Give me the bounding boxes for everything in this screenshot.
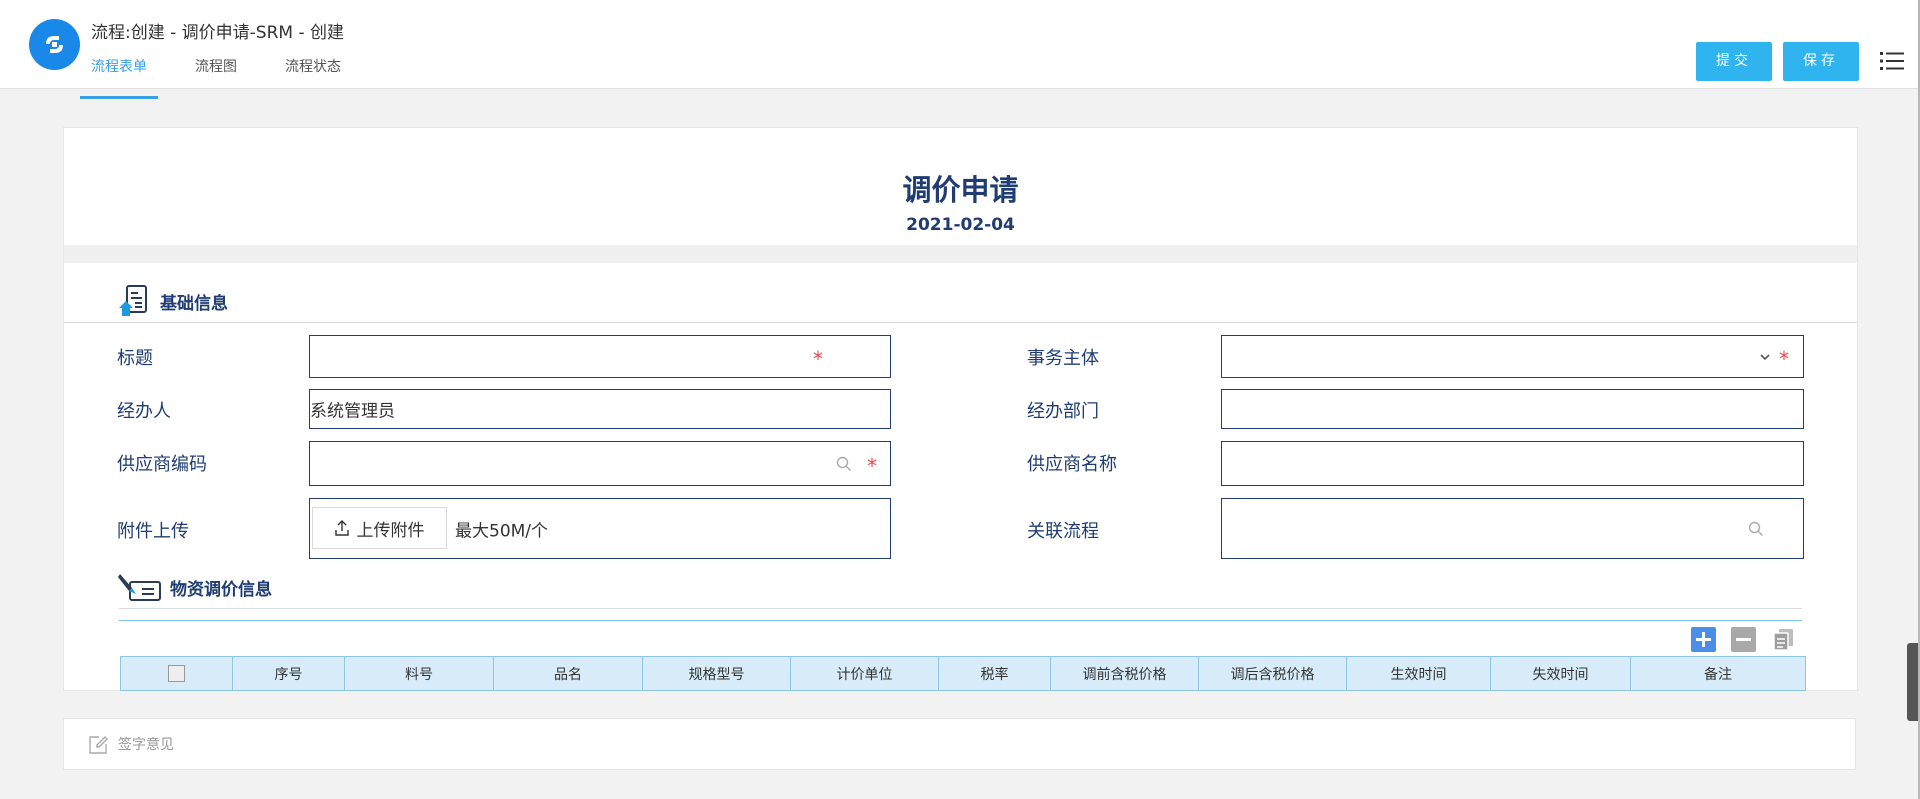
required-mark: * <box>867 453 877 478</box>
search-icon[interactable] <box>836 456 852 472</box>
save-button[interactable]: 保存 <box>1783 42 1859 81</box>
submit-button[interactable]: 提交 <box>1696 42 1772 81</box>
required-mark: * <box>813 346 823 371</box>
supplier-name-field[interactable] <box>1221 441 1804 486</box>
table-top-divider <box>119 620 1802 621</box>
select-all-cell <box>120 656 233 691</box>
upload-icon <box>334 520 349 536</box>
document-info-icon <box>119 285 147 316</box>
related-process-field[interactable] <box>1221 498 1804 559</box>
column-header[interactable]: 调后含税价格 <box>1198 656 1347 691</box>
section-basic-info: 基础信息 <box>118 285 228 317</box>
column-header[interactable]: 料号 <box>344 656 494 691</box>
workflow-logo-icon <box>46 36 63 53</box>
column-header[interactable]: 规格型号 <box>642 656 791 691</box>
entity-select[interactable]: * <box>1221 335 1804 378</box>
supplier-name-label: 供应商名称 <box>1027 454 1117 475</box>
entity-label: 事务主体 <box>1027 348 1099 369</box>
column-header[interactable]: 备注 <box>1630 656 1806 691</box>
section-material-price: 物资调价信息 <box>118 572 272 602</box>
chevron-down-icon[interactable] <box>1759 353 1771 361</box>
handler-field[interactable]: 系统管理员 <box>309 389 891 429</box>
title-field[interactable]: * <box>309 335 891 378</box>
sign-opinion-placeholder: 签字意见 <box>118 737 174 753</box>
column-header[interactable]: 调前含税价格 <box>1050 656 1199 691</box>
table-actions <box>1691 627 1811 652</box>
tab-workflow-chart[interactable]: 流程图 <box>184 56 248 89</box>
handler-value: 系统管理员 <box>310 401 395 422</box>
table-header-row: 序号 料号 品名 规格型号 计价单位 税率 调前含税价格 调后含税价格 生效时间… <box>120 656 1806 691</box>
copy-row-icon[interactable] <box>1771 627 1796 652</box>
app-header: 流程:创建 - 调价申请-SRM - 创建 流程表单 流程图 流程状态 提交 保… <box>0 0 1920 99</box>
upload-button-label: 上传附件 <box>356 520 425 541</box>
material-price-table: 序号 料号 品名 规格型号 计价单位 税率 调前含税价格 调后含税价格 生效时间… <box>120 656 1806 691</box>
divider-band <box>64 245 1857 263</box>
column-header[interactable]: 品名 <box>493 656 643 691</box>
workflow-title: 流程:创建 - 调价申请-SRM - 创建 <box>91 23 345 43</box>
section-material-title: 物资调价信息 <box>170 579 272 600</box>
form-title: 调价申请 <box>902 173 1019 207</box>
add-row-icon[interactable] <box>1691 627 1716 652</box>
app-logo <box>29 19 80 70</box>
attachment-label: 附件上传 <box>117 521 189 542</box>
column-header[interactable]: 序号 <box>232 656 345 691</box>
handler-label: 经办人 <box>117 401 171 422</box>
column-header[interactable]: 失效时间 <box>1490 656 1631 691</box>
section-divider <box>64 322 1857 323</box>
column-header[interactable]: 计价单位 <box>790 656 939 691</box>
select-all-checkbox[interactable] <box>168 665 185 682</box>
pen-document-icon <box>118 574 161 601</box>
upload-size-hint: 最大50M/个 <box>455 521 549 541</box>
delete-row-icon[interactable] <box>1731 627 1756 652</box>
form-date: 2021-02-04 <box>906 215 1015 235</box>
section-divider <box>119 608 1802 609</box>
tab-workflow-form[interactable]: 流程表单 <box>80 56 158 99</box>
form-card: 调价申请 2021-02-04 基础信息 标题 * 事务主体 * 经办人 系统管… <box>63 127 1858 691</box>
sign-opinion-field[interactable]: 签字意见 <box>63 718 1856 770</box>
search-icon[interactable] <box>1748 521 1764 537</box>
upload-attachment-button[interactable]: 上传附件 <box>312 507 447 549</box>
menu-list-icon[interactable] <box>1880 50 1904 72</box>
tab-workflow-status[interactable]: 流程状态 <box>274 56 352 89</box>
title-label: 标题 <box>117 348 153 369</box>
supplier-code-label: 供应商编码 <box>117 454 207 475</box>
attachment-field: 上传附件 最大50M/个 <box>309 498 891 559</box>
department-label: 经办部门 <box>1027 401 1099 422</box>
tab-bar: 流程表单 流程图 流程状态 <box>80 56 378 99</box>
column-header[interactable]: 生效时间 <box>1346 656 1491 691</box>
edit-icon <box>89 735 108 754</box>
supplier-code-field[interactable]: * <box>309 441 891 486</box>
column-header[interactable]: 税率 <box>938 656 1051 691</box>
required-mark: * <box>1779 346 1789 371</box>
department-field[interactable] <box>1221 389 1804 429</box>
related-process-label: 关联流程 <box>1027 521 1099 542</box>
section-basic-title: 基础信息 <box>160 293 228 314</box>
